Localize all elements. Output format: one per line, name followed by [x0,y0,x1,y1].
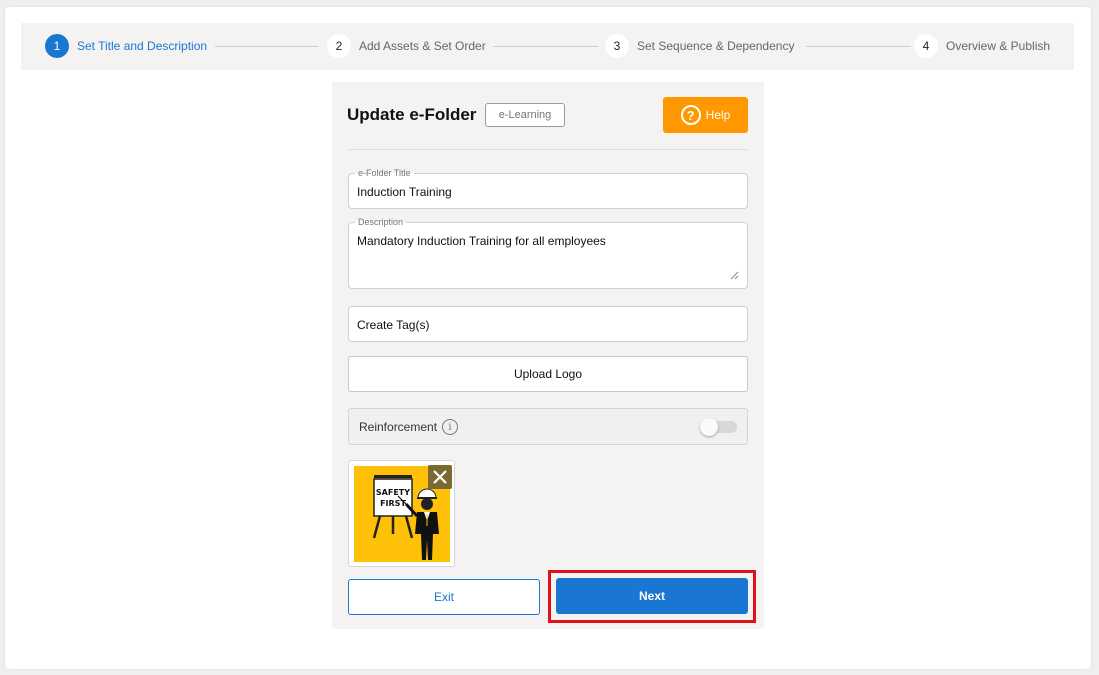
update-efolder-card: Update e-Folder e-Learning ? Help e-Fold… [332,82,764,629]
step-label: Set Sequence & Dependency [637,39,795,53]
step-3[interactable]: 3 Set Sequence & Dependency [605,34,794,58]
step-number: 1 [45,34,69,58]
divider [348,149,748,150]
step-number: 4 [914,34,938,58]
step-1[interactable]: 1 Set Title and Description [45,34,207,58]
page-container: 1 Set Title and Description 2 Add Assets… [5,7,1091,669]
step-number: 3 [605,34,629,58]
description-value: Mandatory Induction Training for all emp… [357,234,606,248]
step-connector [215,46,318,47]
step-connector [493,46,598,47]
step-4[interactable]: 4 Overview & Publish [914,34,1050,58]
logo-preview: SAFETY FIRST [348,460,455,567]
reinforcement-toggle[interactable] [700,418,737,436]
step-label: Add Assets & Set Order [359,39,486,53]
create-tags-input[interactable]: Create Tag(s) [348,306,748,342]
efolder-title-label: e-Folder Title [355,167,414,179]
logo-sign-line-1: SAFETY [376,488,410,497]
step-number: 2 [327,34,351,58]
help-label: Help [705,108,731,122]
type-badge: e-Learning [485,103,565,127]
step-label: Set Title and Description [77,39,208,53]
stepper: 1 Set Title and Description 2 Add Assets… [21,23,1074,70]
question-circle-icon: ? [680,105,701,125]
help-button[interactable]: ? Help [663,97,748,133]
toggle-thumb [700,418,718,436]
next-button[interactable]: Next [556,578,748,614]
step-label: Overview & Publish [946,39,1051,53]
efolder-title-value: Induction Training [357,185,452,199]
exit-button[interactable]: Exit [348,579,540,615]
create-tags-placeholder: Create Tag(s) [357,318,430,332]
card-title: Update e-Folder [347,105,477,124]
info-icon[interactable]: i [442,419,458,435]
upload-logo-button[interactable]: Upload Logo [348,356,748,392]
remove-logo-button[interactable] [428,465,452,489]
reinforcement-row: Reinforcement i [348,408,748,445]
step-2[interactable]: 2 Add Assets & Set Order [327,34,486,58]
efolder-title-field[interactable]: e-Folder Title Induction Training [348,167,748,209]
close-icon [433,470,447,484]
step-connector [806,46,911,47]
description-label: Description [355,216,407,228]
description-field[interactable]: Description Mandatory Induction Training… [348,216,748,289]
resize-handle-icon[interactable] [730,271,739,280]
reinforcement-label: Reinforcement [359,420,438,434]
